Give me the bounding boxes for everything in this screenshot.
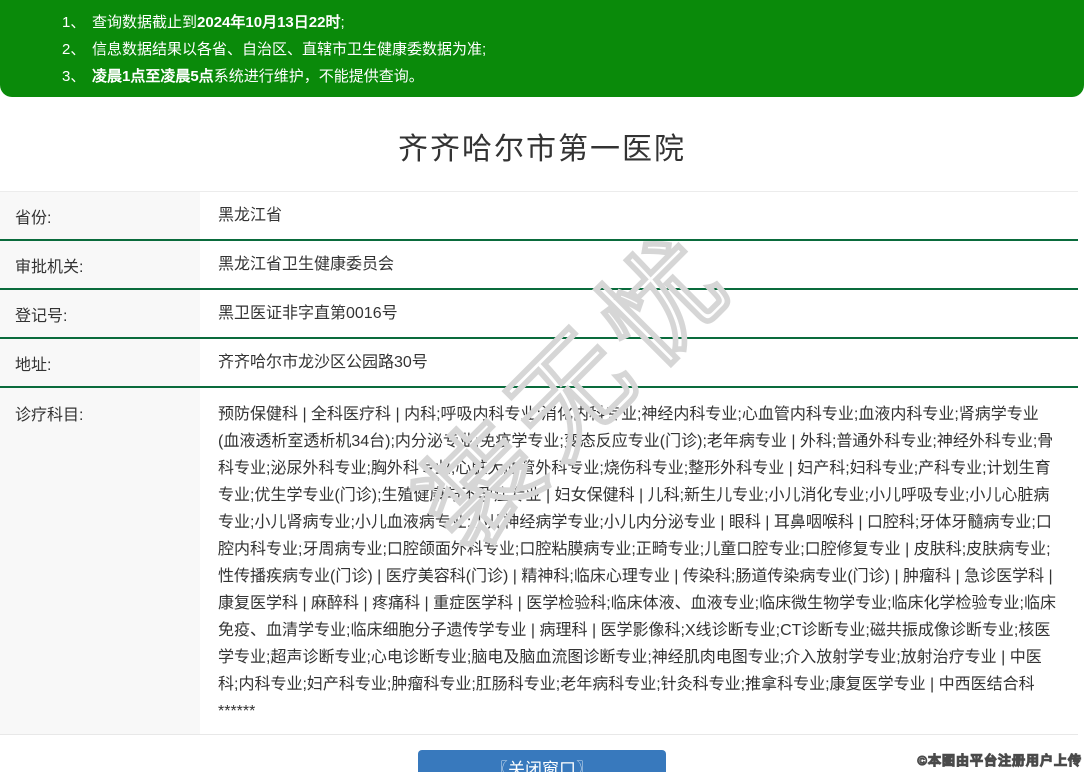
button-container: 〖关闭窗口〗	[0, 750, 1084, 772]
table-row-registration-number: 登记号: 黑卫医证非字直第0016号	[0, 290, 1078, 339]
row-value: 黑龙江省	[218, 207, 283, 224]
table-row-province: 省份: 黑龙江省	[0, 192, 1078, 241]
notice-banner: 1、 查询数据截止到2024年10月13日22时; 2、 信息数据结果以各省、自…	[0, 0, 1084, 97]
row-label: 审批机关:	[0, 241, 200, 288]
notice-number: 3、	[62, 68, 86, 85]
row-value: 黑龙江省卫生健康委员会	[218, 256, 395, 273]
table-row-approval-authority: 审批机关: 黑龙江省卫生健康委员会	[0, 241, 1078, 290]
hospital-info-table: 省份: 黑龙江省 审批机关: 黑龙江省卫生健康委员会 登记号: 黑卫医证非字直第…	[0, 191, 1078, 735]
row-value: 齐齐哈尔市龙沙区公园路30号	[218, 354, 428, 371]
table-row-departments: 诊疗科目: 预防保健科 | 全科医疗科 | 内科;呼吸内科专业;消化内科专业;神…	[0, 388, 1078, 735]
notice-number: 1、	[62, 14, 86, 31]
row-value: 预防保健科 | 全科医疗科 | 内科;呼吸内科专业;消化内科专业;神经内科专业;…	[218, 406, 1056, 720]
row-label: 省份:	[0, 192, 200, 239]
notice-text-normal: 信息数据结果以各省、自治区、直辖市卫生健康委数据为准;	[92, 41, 487, 58]
page-title: 齐齐哈尔市第一医院	[398, 133, 686, 166]
notice-line-2: 2、 信息数据结果以各省、自治区、直辖市卫生健康委数据为准;	[62, 36, 1064, 63]
row-label: 登记号:	[0, 290, 200, 337]
query-result-page: 1、 查询数据截止到2024年10月13日22时; 2、 信息数据结果以各省、自…	[0, 0, 1084, 772]
notice-text-bold: 凌晨1点至凌晨5点	[92, 68, 214, 85]
row-label: 诊疗科目:	[0, 388, 200, 734]
row-value: 黑卫医证非字直第0016号	[218, 305, 398, 322]
table-row-address: 地址: 齐齐哈尔市龙沙区公园路30号	[0, 339, 1078, 388]
notice-text: 信息数据结果以各省、自治区、直辖市卫生健康委数据为准;	[92, 36, 486, 63]
notice-line-1: 1、 查询数据截止到2024年10月13日22时;	[62, 9, 1064, 36]
notice-text-normal: 系统进行维护，不能提供查询。	[213, 68, 424, 85]
notice-text: 凌晨1点至凌晨5点系统进行维护，不能提供查询。	[92, 63, 424, 90]
notice-line-3: 3、 凌晨1点至凌晨5点系统进行维护，不能提供查询。	[62, 63, 1064, 90]
notice-text-normal: ;	[340, 14, 345, 31]
close-window-button[interactable]: 〖关闭窗口〗	[418, 750, 666, 772]
row-label: 地址:	[0, 339, 200, 386]
notice-text-normal: 查询数据截止到	[92, 14, 198, 31]
notice-text: 查询数据截止到2024年10月13日22时;	[92, 9, 345, 36]
notice-text-bold: 2024年10月13日22时	[197, 14, 341, 31]
notice-number: 2、	[62, 41, 86, 58]
